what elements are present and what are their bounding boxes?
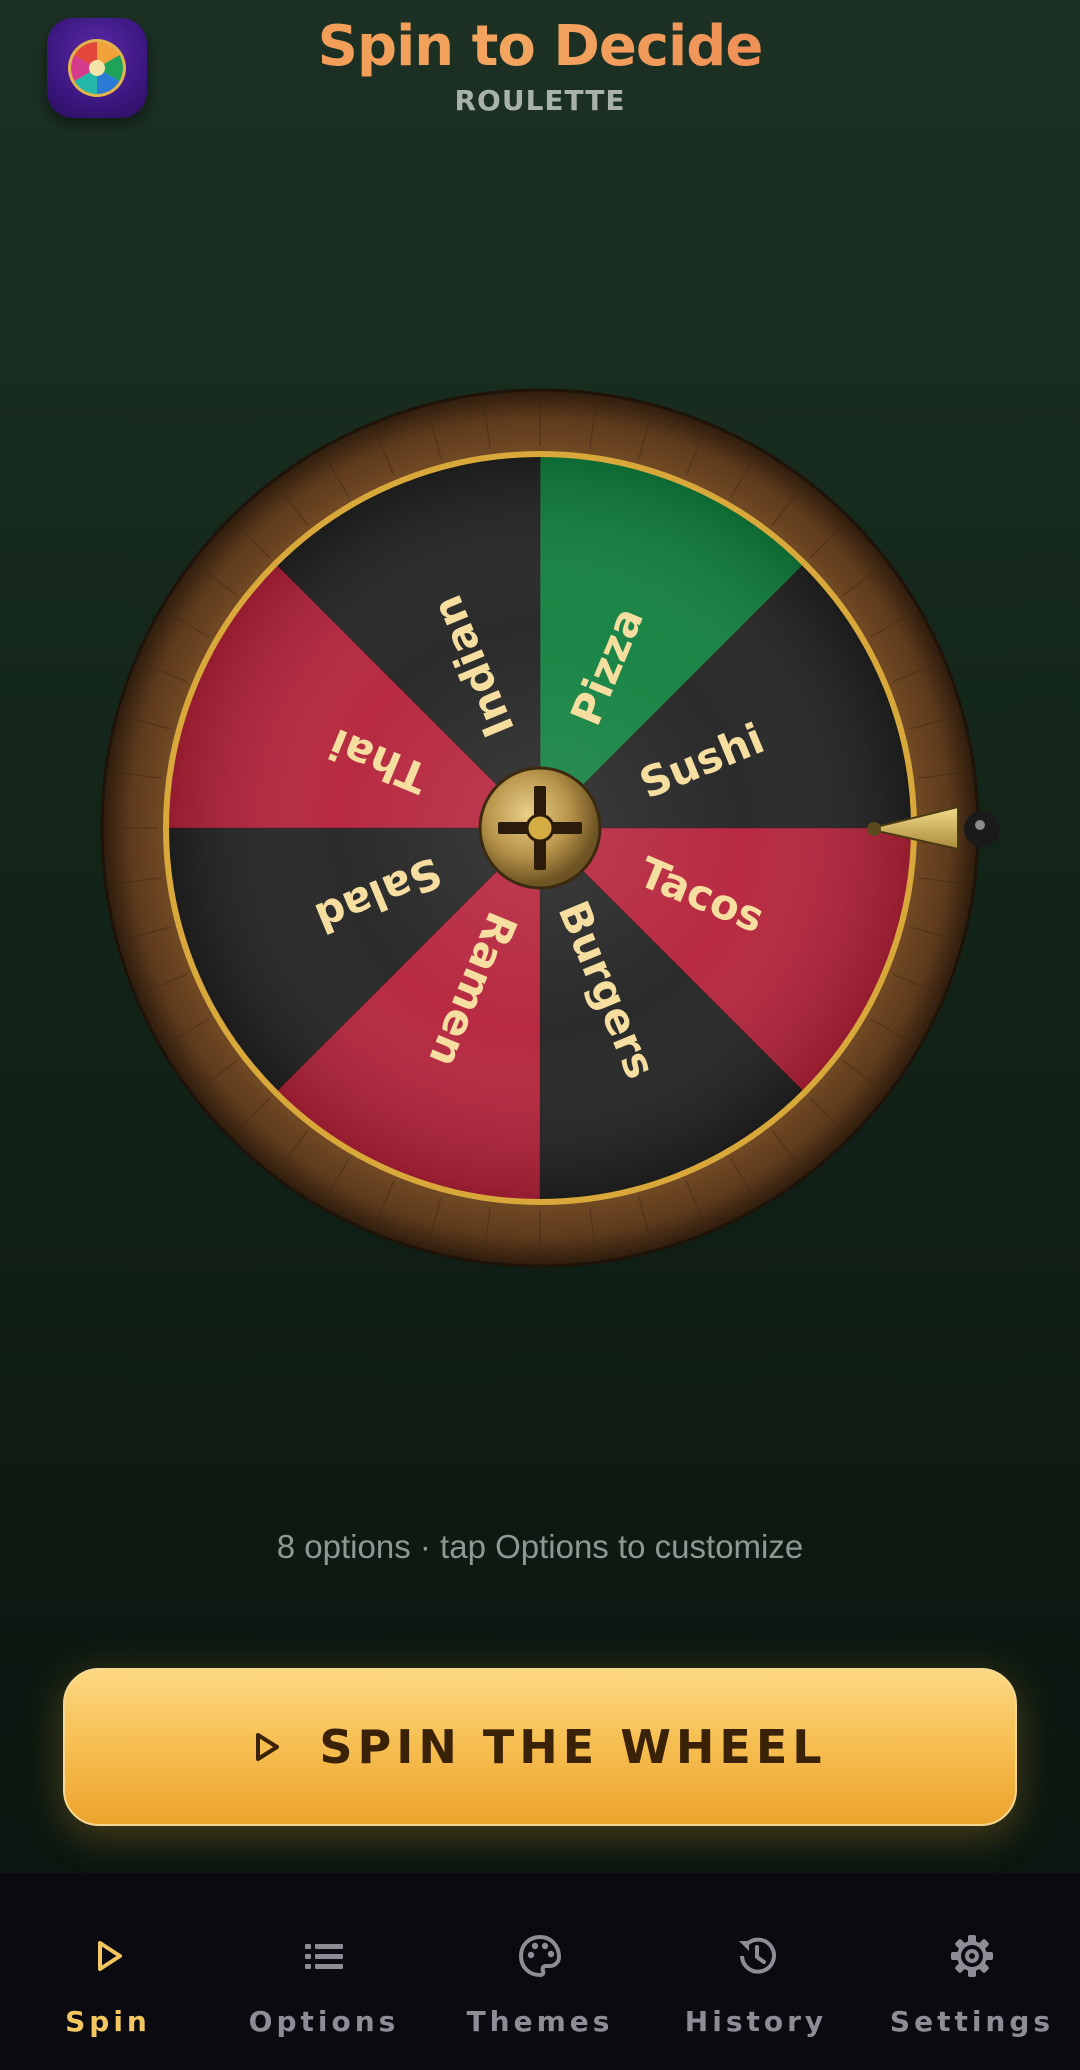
play-icon bbox=[256, 1733, 280, 1761]
nav-label-spin: Spin bbox=[65, 2005, 151, 2038]
nav-label-history: History bbox=[684, 2005, 828, 2038]
nav-label-settings: Settings bbox=[889, 2005, 1055, 2038]
history-icon bbox=[739, 1937, 776, 1974]
nav-item-history[interactable]: History bbox=[648, 1873, 864, 2070]
play-icon bbox=[98, 1941, 122, 1971]
palette-icon bbox=[518, 1934, 562, 1978]
page-title: Spin to Decide bbox=[0, 14, 1080, 79]
nav-item-themes[interactable]: Themes bbox=[432, 1873, 648, 2070]
bottom-nav: Spin Options Themes History Settings bbox=[0, 1873, 1080, 2070]
hub-icon bbox=[478, 766, 602, 890]
nav-label-options: Options bbox=[248, 2005, 400, 2038]
options-hint: 8 options · tap Options to customize bbox=[276, 1528, 804, 1565]
wheel-graphic: PizzaSushiTacosBurgersRamenSaladThaiIndi… bbox=[100, 388, 1000, 1268]
nav-item-settings[interactable]: Settings bbox=[864, 1873, 1080, 2070]
spin-button-label: SPIN THE WHEEL bbox=[319, 1720, 827, 1774]
spin-button[interactable]: SPIN THE WHEEL bbox=[63, 1668, 1017, 1826]
nav-item-spin[interactable]: Spin bbox=[0, 1873, 216, 2070]
nav-label-themes: Themes bbox=[466, 2005, 614, 2038]
spin-wheel[interactable]: Pizza Sushi Tacos Burgers Ramen Salad Thai Indi… bbox=[100, 388, 1000, 1268]
page-subtitle: ROULETTE bbox=[454, 84, 626, 117]
gear-icon bbox=[951, 1935, 993, 1977]
nav-item-options[interactable]: Options bbox=[216, 1873, 432, 2070]
list-icon bbox=[305, 1944, 343, 1969]
